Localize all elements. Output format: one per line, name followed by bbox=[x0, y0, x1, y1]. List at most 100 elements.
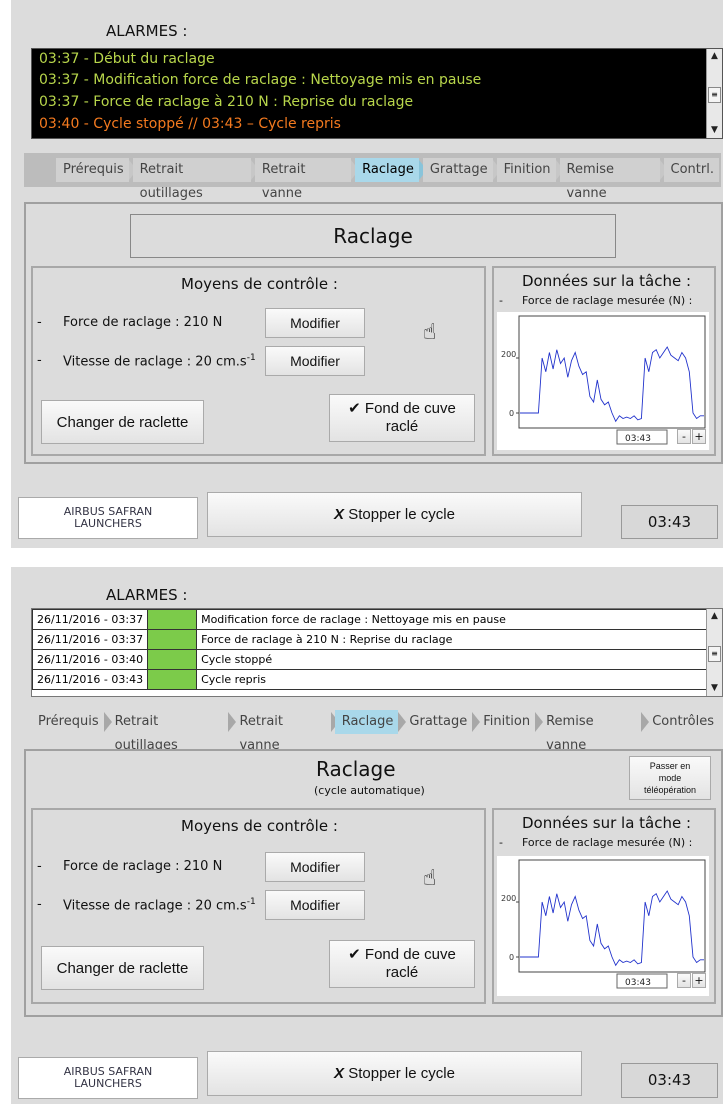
controls-title: Moyens de contrôle : bbox=[181, 275, 338, 293]
y-tick-200: 200 bbox=[501, 350, 516, 359]
clock: 03:43 bbox=[621, 505, 718, 539]
task-data-panel: Données sur la tâche : - Force de raclag… bbox=[492, 266, 716, 456]
y-tick-0: 0 bbox=[509, 953, 514, 962]
tank-bottom-scraped-button[interactable]: ✔ Fond de cuve raclé bbox=[329, 940, 475, 988]
alarm-title: ALARMES : bbox=[106, 22, 188, 40]
force-series-line bbox=[520, 890, 704, 967]
speed-label: Vitesse de raclage : 20 cm.s-1 bbox=[63, 353, 256, 370]
alarm-message: Cycle stoppé bbox=[196, 649, 707, 670]
scroll-grip[interactable]: ≡ bbox=[708, 645, 721, 662]
data-subtitle: Force de raclage mesurée (N) : bbox=[522, 294, 693, 307]
zoom-out-button[interactable]: - bbox=[677, 973, 691, 988]
step-finition[interactable]: Finition bbox=[496, 158, 564, 182]
dash: - bbox=[499, 836, 503, 849]
clock: 03:43 bbox=[621, 1063, 718, 1098]
step-raclage[interactable]: Raclage bbox=[334, 710, 407, 734]
zoom-in-button[interactable]: + bbox=[692, 973, 706, 988]
alarm-message: Force de raclage à 210 N : Reprise du ra… bbox=[196, 629, 707, 650]
stop-cycle-button[interactable]: X Stopper le cycle bbox=[207, 1051, 582, 1096]
change-scraper-button[interactable]: Changer de raclette bbox=[41, 400, 204, 444]
x-tick-time: 03:43 bbox=[625, 434, 651, 444]
alarm-scrollbar[interactable]: ▲ ≡ ▼ bbox=[706, 49, 722, 138]
table-row: 26/11/2016 - 03:37 Force de raclage à 210… bbox=[31, 629, 707, 650]
step-grattage[interactable]: Grattage bbox=[422, 158, 501, 182]
step-raclage[interactable]: Raclage bbox=[355, 158, 427, 182]
alarm-date: 26/11/2016 - 03:37 bbox=[31, 629, 149, 650]
task-panel: Raclage (cycle automatique) Passer en mod… bbox=[24, 749, 723, 1017]
step-remise-vanne[interactable]: Remise vanne bbox=[539, 710, 650, 753]
airbus-safran-logo: AIRBUS SAFRAN LAUNCHERS bbox=[18, 1057, 198, 1099]
force-label: Force de raclage : 210 N bbox=[63, 315, 223, 330]
logo-line-2: LAUNCHERS bbox=[74, 1077, 142, 1090]
dash: - bbox=[37, 859, 42, 874]
step-pr-requis[interactable]: Prérequis bbox=[56, 158, 137, 182]
modify-speed-button[interactable]: Modifier bbox=[265, 346, 365, 376]
zoom-in-button[interactable]: + bbox=[692, 429, 706, 444]
alarm-message: Modification force de raclage : Nettoyag… bbox=[196, 609, 707, 630]
dash: - bbox=[37, 315, 42, 330]
dash: - bbox=[37, 897, 42, 912]
dash: - bbox=[37, 353, 42, 368]
status-cell bbox=[147, 669, 198, 690]
modify-force-button[interactable]: Modifier bbox=[265, 852, 365, 882]
scroll-up-icon[interactable]: ▲ bbox=[708, 50, 721, 63]
step-pr-requis[interactable]: Prérequis bbox=[31, 710, 112, 734]
status-cell bbox=[147, 609, 198, 630]
speed-label: Vitesse de raclage : 20 cm.s-1 bbox=[63, 897, 256, 914]
x-tick-time: 03:43 bbox=[625, 978, 651, 988]
step-finition[interactable]: Finition bbox=[476, 710, 544, 734]
step-grattage[interactable]: Grattage bbox=[402, 710, 480, 734]
alarm-table: 26/11/2016 - 03:37 Modification force de … bbox=[31, 609, 707, 690]
data-title: Données sur la tâche : bbox=[522, 814, 692, 832]
stop-cycle-button[interactable]: X Stopper le cycle bbox=[207, 492, 582, 537]
status-cell bbox=[147, 629, 198, 650]
data-subtitle: Force de raclage mesurée (N) : bbox=[522, 836, 693, 849]
step-nav: Prérequis Retrait outillages Retrait vanne… bbox=[56, 158, 723, 201]
scroll-grip[interactable]: ≡ bbox=[708, 86, 721, 103]
airbus-safran-logo: AIRBUS SAFRAN LAUNCHERS bbox=[18, 497, 198, 539]
step-remise-vanne[interactable]: Remise vanne bbox=[559, 158, 668, 201]
alarm-date: 26/11/2016 - 03:40 bbox=[31, 649, 149, 670]
status-cell bbox=[147, 649, 198, 670]
tank-bottom-scraped-button[interactable]: ✔ Fond de cuve raclé bbox=[329, 394, 475, 442]
alarm-line: 03:37 - Modification force de raclage : … bbox=[39, 72, 482, 88]
screen-2: ALARMES : 26/11/2016 - 03:37 Modification… bbox=[11, 567, 723, 1104]
step-retrait-outillages[interactable]: Retrait outillages bbox=[108, 710, 237, 753]
step-contrl-[interactable]: Contrl. bbox=[663, 158, 719, 182]
alarm-list[interactable]: 03:37 - Début du raclage 03:37 - Modific… bbox=[31, 48, 723, 139]
force-chart: 200 0 03:43 - + bbox=[497, 856, 709, 996]
hand-cursor-icon: ☝ bbox=[423, 866, 437, 891]
scroll-down-icon[interactable]: ▼ bbox=[708, 682, 721, 695]
step-retrait-outillages[interactable]: Retrait outillages bbox=[132, 158, 260, 201]
alarm-table-wrap[interactable]: 26/11/2016 - 03:37 Modification force de … bbox=[31, 608, 723, 697]
change-scraper-button[interactable]: Changer de raclette bbox=[41, 946, 204, 990]
step-retrait-vanne[interactable]: Retrait vanne bbox=[254, 158, 360, 201]
y-tick-0: 0 bbox=[509, 409, 514, 418]
controls-panel: Moyens de contrôle : - Force de raclage … bbox=[31, 266, 486, 456]
modify-force-button[interactable]: Modifier bbox=[265, 308, 365, 338]
alarm-date: 26/11/2016 - 03:43 bbox=[31, 669, 149, 690]
task-data-panel: Données sur la tâche : - Force de raclag… bbox=[492, 808, 716, 1004]
y-tick-200: 200 bbox=[501, 894, 516, 903]
alarm-line: 03:40 - Cycle stoppé // 03:43 – Cycle re… bbox=[39, 116, 341, 132]
stop-x-icon: X bbox=[334, 506, 345, 523]
modify-speed-button[interactable]: Modifier bbox=[265, 890, 365, 920]
hand-cursor-icon: ☝ bbox=[423, 320, 437, 345]
table-row: 26/11/2016 - 03:43 Cycle repris bbox=[31, 669, 707, 690]
alarm-title: ALARMES : bbox=[106, 586, 188, 604]
logo-line-2: LAUNCHERS bbox=[74, 517, 142, 530]
teleoperation-button[interactable]: Passer en mode téléopération bbox=[629, 756, 711, 800]
scroll-down-icon[interactable]: ▼ bbox=[708, 124, 721, 137]
force-chart: 200 0 03:43 - + bbox=[497, 312, 709, 450]
task-title: Raclage bbox=[316, 757, 396, 781]
alarm-scrollbar[interactable]: ▲ ≡ ▼ bbox=[706, 609, 722, 696]
alarm-line: 03:37 - Début du raclage bbox=[39, 51, 215, 67]
scroll-up-icon[interactable]: ▲ bbox=[708, 610, 721, 623]
step-retrait-vanne[interactable]: Retrait vanne bbox=[232, 710, 339, 753]
force-label: Force de raclage : 210 N bbox=[63, 859, 223, 874]
step-contr-les[interactable]: Contrôles bbox=[645, 710, 719, 734]
zoom-out-button[interactable]: - bbox=[677, 429, 691, 444]
task-title: Raclage bbox=[130, 214, 616, 258]
force-series-line bbox=[520, 346, 704, 423]
stop-x-icon: X bbox=[334, 1065, 345, 1082]
